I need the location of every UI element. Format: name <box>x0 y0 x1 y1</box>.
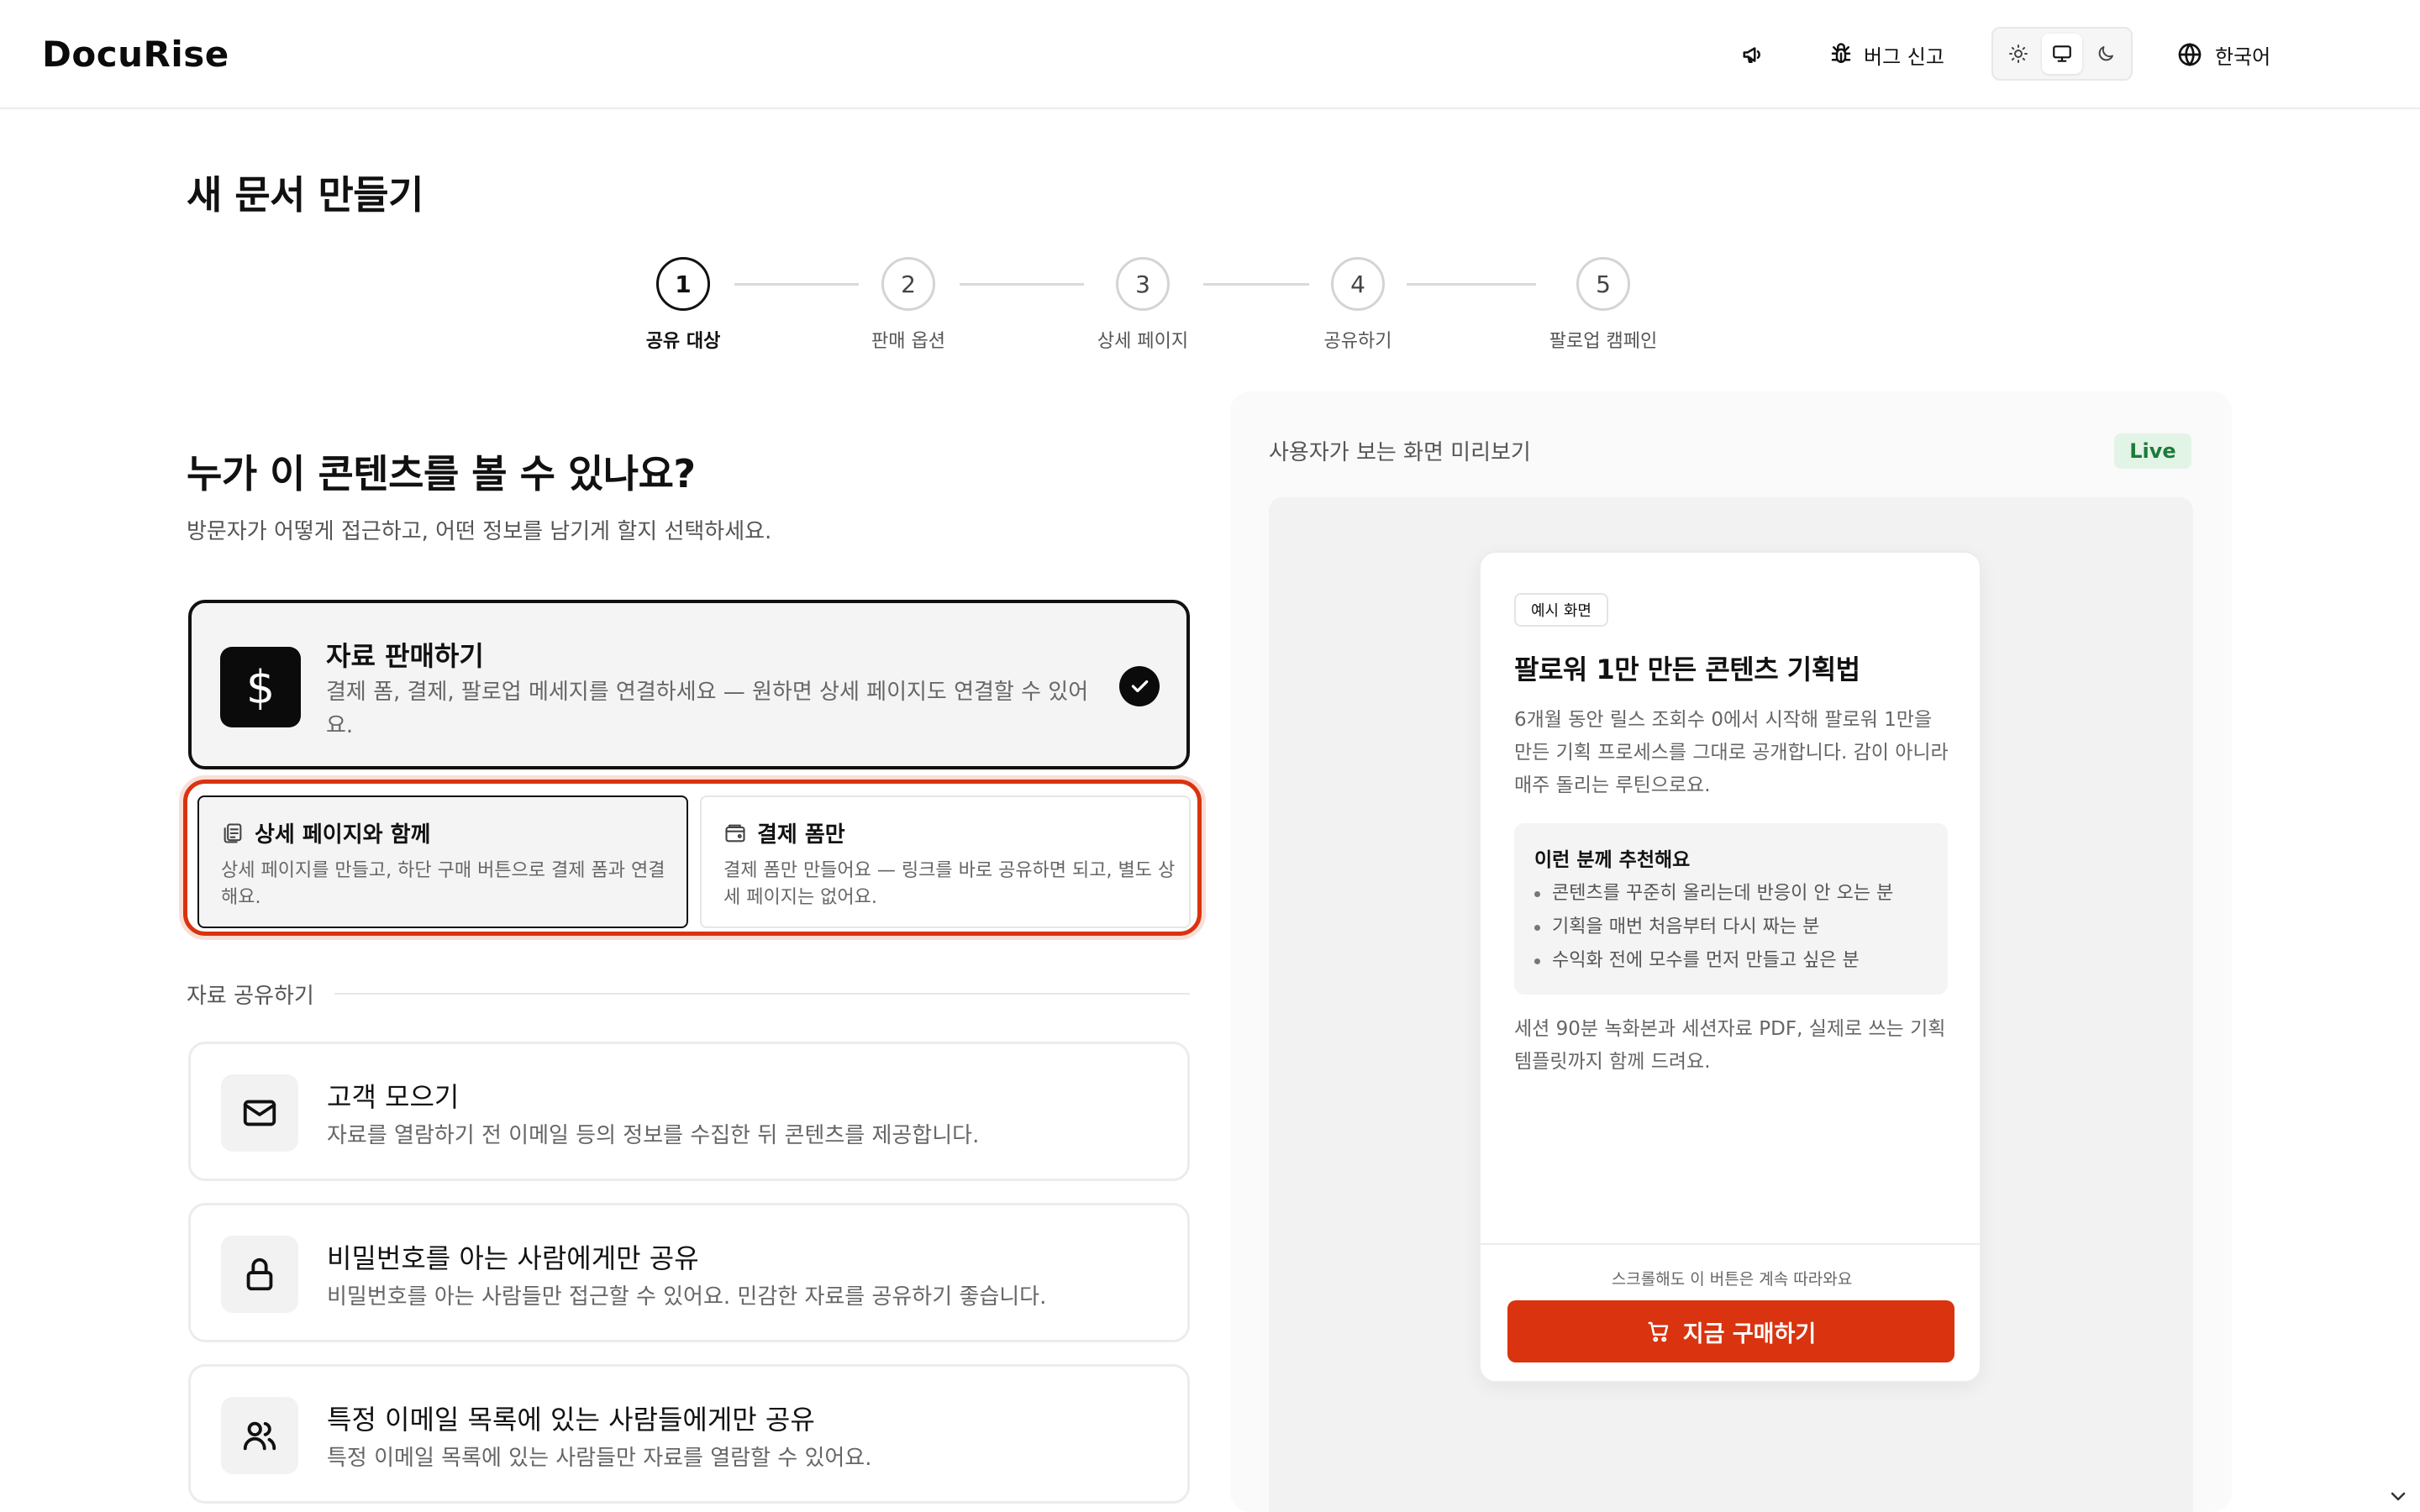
step-4[interactable]: 4 공유하기 <box>1265 257 1450 353</box>
step-label: 판매 옵션 <box>871 331 945 352</box>
example-badge: 예시 화면 <box>1514 593 1608 627</box>
sell-sub-options: 상세 페이지와 함께 상세 페이지를 만들고, 하단 구매 버튼으로 결제 폼과… <box>183 780 1202 936</box>
sticky-footer: 스크롤해도 이 버튼은 계속 따라와요 지금 구매하기 <box>1481 1243 1980 1381</box>
wallet-icon <box>725 824 745 842</box>
sell-content-option[interactable]: $ 자료 판매하기 결제 폼, 결제, 팔로업 메세지를 연결하세요 — 원하면… <box>188 600 1190 769</box>
monitor-icon <box>2053 45 2071 62</box>
step-label: 공유 대상 <box>645 331 721 352</box>
option-title: 특정 이메일 목록에 있는 사람들에게만 공유 <box>327 1404 815 1436</box>
megaphone-icon <box>1743 47 1760 63</box>
sticky-hint: 스크롤해도 이 버튼은 계속 따라와요 <box>1611 1270 1853 1289</box>
option-description: 상세 페이지를 만들고, 하단 구매 버튼으로 결제 폼과 연결해요. <box>221 860 666 908</box>
with-detail-page-option[interactable]: 상세 페이지와 함께 상세 페이지를 만들고, 하단 구매 버튼으로 결제 폼과… <box>197 795 688 928</box>
step-5[interactable]: 5 팔로업 캠페인 <box>1511 257 1696 353</box>
step-number: 2 <box>881 257 935 311</box>
option-title: 비밀번호를 아는 사람에게만 공유 <box>327 1242 699 1274</box>
step-number: 1 <box>656 257 710 311</box>
language-label: 한국어 <box>2215 45 2271 69</box>
option-description: 특정 이메일 목록에 있는 사람들만 자료를 열람할 수 있어요. <box>327 1446 872 1471</box>
preview-product-card: 예시 화면 팔로워 1만 만든 콘텐츠 기획법 6개월 동안 릴스 조회수 0에… <box>1479 551 1981 1383</box>
share-section-label: 자료 공유하기 <box>187 983 314 1009</box>
product-title: 팔로워 1만 만든 콘텐츠 기획법 <box>1514 654 1860 685</box>
step-3[interactable]: 3 상세 페이지 <box>1050 257 1235 353</box>
option-description: 결제 폼, 결제, 팔로업 메세지를 연결하세요 — 원하면 상세 페이지도 연… <box>326 680 1089 738</box>
stepper: 1 공유 대상 2 판매 옵션 3 상세 페이지 4 공유하기 5 팔로업 캠페… <box>0 257 2420 358</box>
bug-report-button[interactable]: 버그 신고 <box>1828 34 1944 76</box>
chevron-down-icon[interactable] <box>2388 1488 2408 1505</box>
list-item: 콘텐츠를 꾸준히 올리는데 반응이 안 오는 분 <box>1534 877 1893 911</box>
app-logo[interactable]: DocuRise <box>42 34 229 75</box>
bug-icon <box>1831 43 1851 63</box>
divider-line <box>334 993 1190 995</box>
option-title: 자료 판매하기 <box>326 640 484 672</box>
theme-system-button[interactable] <box>2042 34 2082 74</box>
step-label: 팔로업 캠페인 <box>1549 331 1658 352</box>
product-extra-info: 세션 90분 녹화본과 세션자료 PDF, 실제로 쓰는 기획 템플릿까지 함께… <box>1514 1018 1946 1073</box>
theme-switcher <box>1991 27 2133 81</box>
share-section-divider: 자료 공유하기 <box>187 981 1190 1009</box>
sun-icon <box>2009 45 2028 63</box>
page-title: 새 문서 만들기 <box>187 172 424 218</box>
preview-label: 사용자가 보는 화면 미리보기 <box>1269 440 1531 465</box>
theme-light-button[interactable] <box>1998 34 2039 74</box>
step-2[interactable]: 2 판매 옵션 <box>816 257 1001 353</box>
recommend-list: 콘텐츠를 꾸준히 올리는데 반응이 안 오는 분 기획을 매번 처음부터 다시 … <box>1534 877 1893 978</box>
globe-icon <box>2178 42 2202 67</box>
live-badge: Live <box>2114 433 2191 469</box>
option-title: 고객 모으기 <box>327 1081 460 1113</box>
payment-form-only-option[interactable]: 결제 폼만 결제 폼만 만들어요 — 링크를 바로 공유하면 되고, 별도 상세… <box>700 795 1191 928</box>
option-description: 자료를 열람하기 전 이메일 등의 정보를 수집한 뒤 콘텐츠를 제공합니다. <box>327 1123 980 1148</box>
theme-dark-button[interactable] <box>2086 34 2126 74</box>
top-bar: DocuRise 버그 신고 한국어 <box>0 0 2420 109</box>
option-description: 비밀번호를 아는 사람들만 접근할 수 있어요. 민감한 자료를 공유하기 좋습… <box>327 1284 1047 1310</box>
buy-now-button[interactable]: 지금 구매하기 <box>1507 1300 1954 1362</box>
recommend-title: 이런 분께 추천해요 <box>1534 849 1691 871</box>
cart-icon <box>1648 1321 1669 1342</box>
language-selector[interactable]: 한국어 <box>2176 34 2270 76</box>
section-subtitle: 방문자가 어떻게 접근하고, 어떤 정보를 남기게 할지 선택하세요. <box>187 519 772 544</box>
section-title: 누가 이 콘텐츠를 볼 수 있나요? <box>187 451 696 496</box>
collect-customers-option[interactable]: 고객 모으기 자료를 열람하기 전 이메일 등의 정보를 수집한 뒤 콘텐츠를 … <box>188 1042 1190 1181</box>
list-item: 기획을 매번 처음부터 다시 짜는 분 <box>1534 911 1893 944</box>
mail-icon <box>221 1074 298 1152</box>
step-1[interactable]: 1 공유 대상 <box>591 257 776 353</box>
step-label: 상세 페이지 <box>1097 331 1189 352</box>
check-icon <box>1119 666 1160 706</box>
recommend-box: 이런 분께 추천해요 콘텐츠를 꾸준히 올리는데 반응이 안 오는 분 기획을 … <box>1514 823 1948 995</box>
moon-icon <box>2098 46 2113 61</box>
option-title: 상세 페이지와 함께 <box>255 822 431 848</box>
buy-now-label: 지금 구매하기 <box>1682 1320 1817 1347</box>
step-number: 5 <box>1576 257 1630 311</box>
preview-panel: 사용자가 보는 화면 미리보기 Live 예시 화면 팔로워 1만 만든 콘텐츠… <box>1230 391 2232 1512</box>
email-list-share-option[interactable]: 특정 이메일 목록에 있는 사람들에게만 공유 특정 이메일 목록에 있는 사람… <box>188 1364 1190 1504</box>
password-share-option[interactable]: 비밀번호를 아는 사람에게만 공유 비밀번호를 아는 사람들만 접근할 수 있어… <box>188 1203 1190 1342</box>
step-label: 공유하기 <box>1323 331 1392 352</box>
product-description: 6개월 동안 릴스 조회수 0에서 시작해 팔로워 1만을 만든 기획 프로세스… <box>1514 709 1949 796</box>
list-item: 수익화 전에 모수를 먼저 만들고 싶은 분 <box>1534 944 1893 978</box>
announcement-button[interactable] <box>1734 37 1773 72</box>
step-number: 3 <box>1116 257 1170 311</box>
document-pages-icon <box>224 822 242 843</box>
option-description: 결제 폼만 만들어요 — 링크를 바로 공유하면 되고, 별도 상세 페이지는 … <box>723 860 1176 908</box>
bug-report-label: 버그 신고 <box>1864 45 1944 69</box>
option-title: 결제 폼만 <box>757 822 845 848</box>
preview-canvas: 예시 화면 팔로워 1만 만든 콘텐츠 기획법 6개월 동안 릴스 조회수 0에… <box>1269 497 2193 1512</box>
lock-icon <box>221 1236 298 1313</box>
users-icon <box>221 1397 298 1474</box>
step-number: 4 <box>1331 257 1385 311</box>
dollar-icon: $ <box>220 647 301 727</box>
